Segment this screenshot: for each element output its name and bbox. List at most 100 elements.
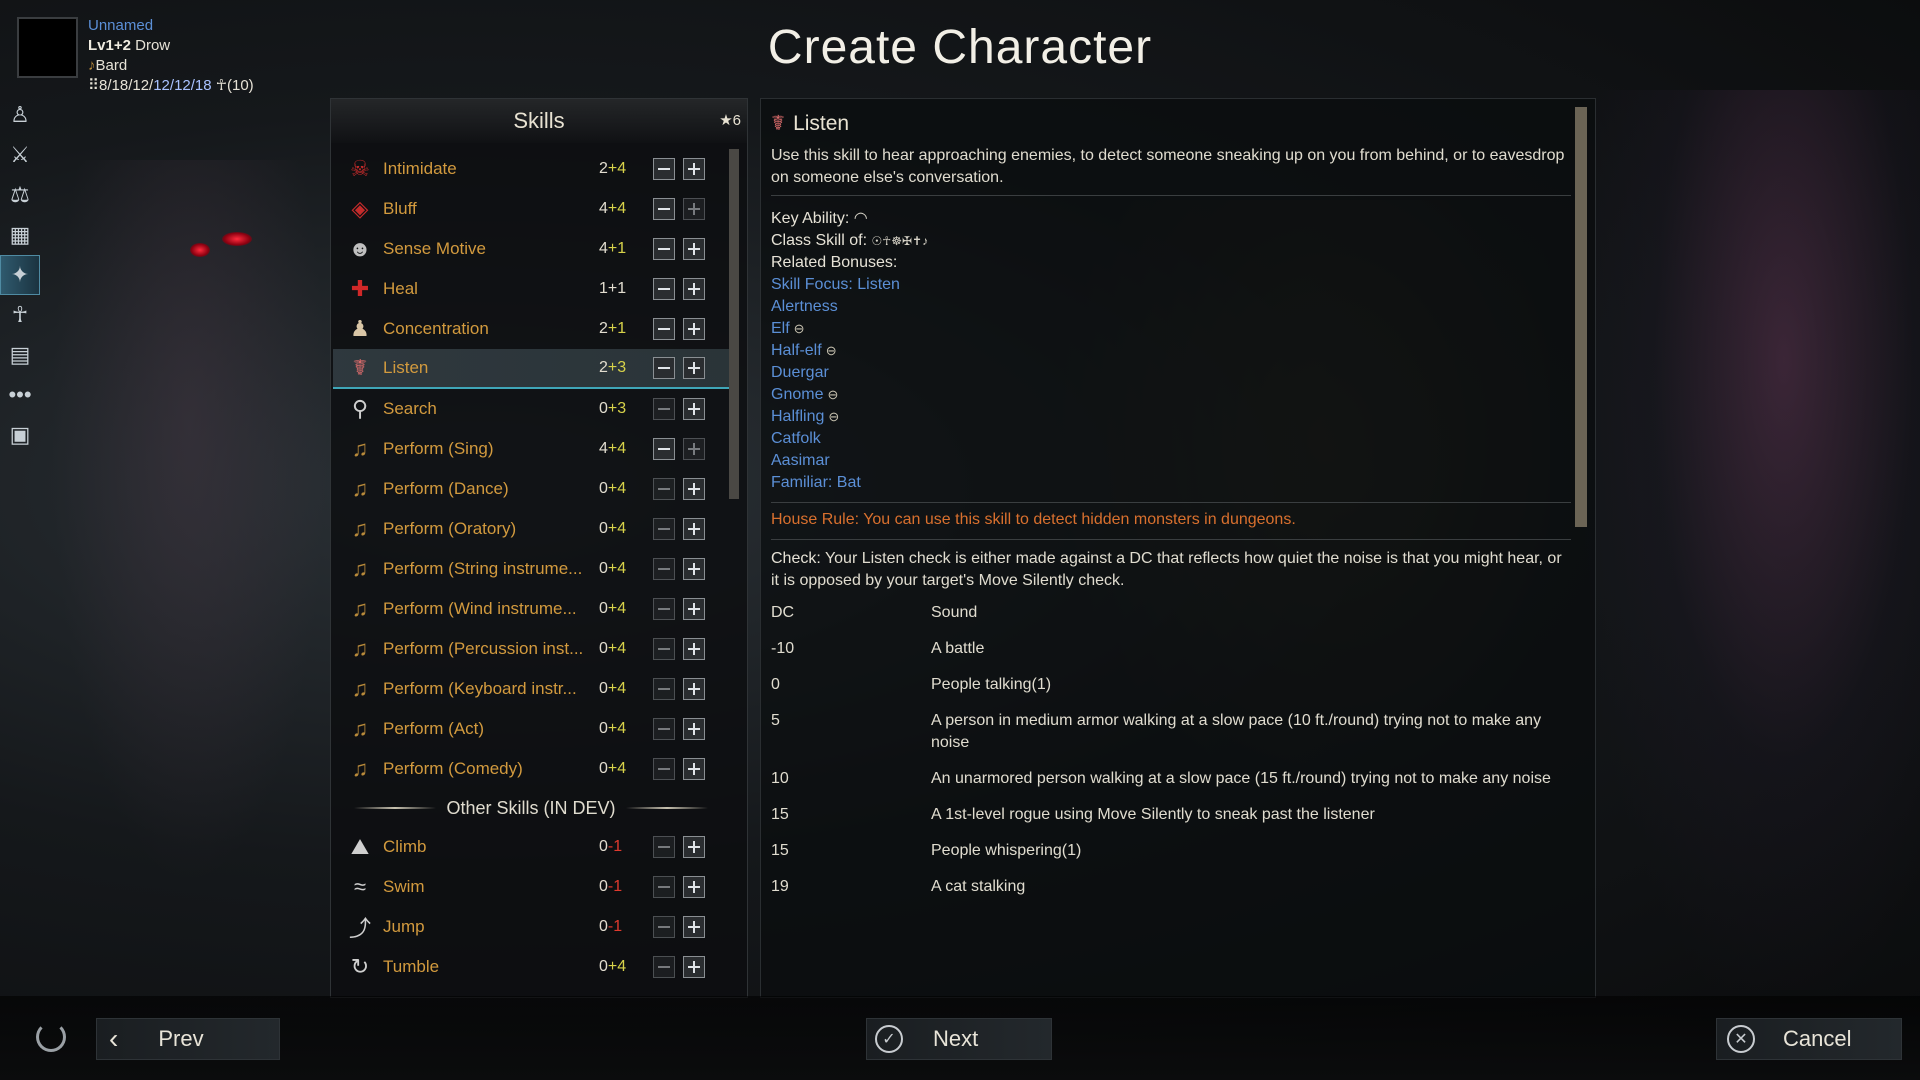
increase-button[interactable] [683, 478, 705, 500]
skill-row[interactable]: ♟ Concentration 2+1 [333, 309, 729, 349]
detail-scrollbar[interactable] [1575, 107, 1587, 527]
related-bonus-link[interactable]: Halfling ⊖ [771, 406, 1571, 428]
increase-button[interactable] [683, 876, 705, 898]
dc-table-row: 10 An unarmored person walking at a slow … [771, 770, 1551, 787]
skill-name: Perform (String instrume... [383, 559, 583, 578]
appearance-step-icon[interactable]: ▣ [0, 415, 40, 455]
increase-button[interactable] [683, 158, 705, 180]
skill-row[interactable]: ↻ Tumble 0+4 [333, 947, 729, 987]
related-bonus-link[interactable]: Gnome ⊖ [771, 384, 1571, 406]
reset-icon[interactable] [36, 1022, 66, 1052]
increase-button[interactable] [683, 638, 705, 660]
dc-table-header: DC Sound [771, 604, 978, 621]
related-bonus-link[interactable]: Duergar [771, 362, 1571, 384]
increase-button[interactable] [683, 518, 705, 540]
decrease-button[interactable] [653, 478, 675, 500]
related-bonus-link[interactable]: Half-elf ⊖ [771, 340, 1571, 362]
skill-row[interactable]: ♫ Perform (Wind instrume... 0+4 [333, 589, 729, 629]
abilities-step-icon[interactable]: ▦ [0, 215, 40, 255]
stats-icon: ⠿ [88, 77, 99, 94]
increase-button[interactable] [683, 598, 705, 620]
skill-value: 0+4 [599, 600, 627, 617]
increase-button[interactable] [683, 758, 705, 780]
decrease-button[interactable] [653, 916, 675, 938]
lyre-icon: ♫ [351, 676, 369, 701]
decrease-button[interactable] [653, 718, 675, 740]
skill-row[interactable]: ☠ Intimidate 2+4 [333, 149, 729, 189]
increase-button[interactable] [683, 916, 705, 938]
skill-row[interactable]: ☤ Listen 2+3 [333, 349, 729, 389]
other-skills-divider: Other Skills (IN DEV) [333, 789, 729, 827]
related-bonus-link[interactable]: Elf ⊖ [771, 318, 1571, 340]
decrease-button[interactable] [653, 398, 675, 420]
next-button[interactable]: ✓ Next [866, 1018, 1052, 1060]
skills-step-icon[interactable]: ✦ [0, 255, 40, 295]
skill-name: Bluff [383, 199, 417, 218]
decrease-button[interactable] [653, 278, 675, 300]
skill-description: Use this skill to hear approaching enemi… [771, 147, 1565, 186]
increase-button[interactable] [683, 678, 705, 700]
alignment-step-icon[interactable]: ⚖ [0, 175, 40, 215]
decrease-button[interactable] [653, 357, 675, 379]
prev-button[interactable]: ‹ Prev [96, 1018, 280, 1060]
decrease-button[interactable] [653, 438, 675, 460]
increase-button[interactable] [683, 238, 705, 260]
increase-button[interactable] [683, 278, 705, 300]
decrease-button[interactable] [653, 678, 675, 700]
increase-button[interactable] [683, 198, 705, 220]
skill-row[interactable]: ♫ Perform (Keyboard instr... 0+4 [333, 669, 729, 709]
related-bonus-link[interactable]: Catfolk [771, 428, 1571, 450]
increase-button[interactable] [683, 318, 705, 340]
decrease-button[interactable] [653, 518, 675, 540]
skill-row[interactable]: ♫ Perform (Sing) 4+4 [333, 429, 729, 469]
related-bonus-link[interactable]: Familiar: Bat [771, 472, 1571, 494]
increase-button[interactable] [683, 398, 705, 420]
increase-button[interactable] [683, 718, 705, 740]
decrease-button[interactable] [653, 558, 675, 580]
decrease-button[interactable] [653, 158, 675, 180]
decrease-button[interactable] [653, 876, 675, 898]
related-bonus-link[interactable]: Aasimar [771, 450, 1571, 472]
feats-step-icon[interactable]: ☥ [0, 295, 40, 335]
lyre-icon: ♫ [351, 516, 369, 541]
skill-row[interactable]: ♫ Perform (Oratory) 0+4 [333, 509, 729, 549]
skill-row[interactable]: ≈ Swim 0-1 [333, 867, 729, 907]
skill-row[interactable]: ♫ Perform (Percussion inst... 0+4 [333, 629, 729, 669]
skill-name: Intimidate [383, 159, 457, 178]
skill-row[interactable]: ⛰ Climb 0-1 [333, 827, 729, 867]
decrease-button[interactable] [653, 238, 675, 260]
heal-icon: ✚ [350, 276, 370, 301]
related-bonus-link[interactable]: Skill Focus: Listen [771, 274, 1571, 296]
skill-value: 4+1 [599, 240, 627, 257]
skill-row[interactable]: ◈ Bluff 4+4 [333, 189, 729, 229]
more-step-icon[interactable]: ••• [0, 375, 40, 415]
cancel-button[interactable]: ✕ Cancel [1716, 1018, 1902, 1060]
race-step-icon[interactable]: ♙ [0, 95, 40, 135]
decrease-button[interactable] [653, 198, 675, 220]
increase-button[interactable] [683, 836, 705, 858]
skill-row[interactable]: ♫ Perform (String instrume... 0+4 [333, 549, 729, 589]
increase-button[interactable] [683, 558, 705, 580]
decrease-button[interactable] [653, 956, 675, 978]
increase-button[interactable] [683, 956, 705, 978]
spells-step-icon[interactable]: ▤ [0, 335, 40, 375]
listen-icon: ☤ [352, 355, 368, 380]
skill-row[interactable]: ♫ Perform (Dance) 0+4 [333, 469, 729, 509]
decrease-button[interactable] [653, 836, 675, 858]
skill-row[interactable]: ♫ Perform (Comedy) 0+4 [333, 749, 729, 789]
skill-row[interactable]: ✚ Heal 1+1 [333, 269, 729, 309]
skill-row[interactable]: ☻ Sense Motive 4+1 [333, 229, 729, 269]
decrease-button[interactable] [653, 638, 675, 660]
skill-row[interactable]: ⤴ Jump 0-1 [333, 907, 729, 947]
related-bonus-link[interactable]: Alertness [771, 296, 1571, 318]
skills-scrollbar[interactable] [729, 149, 739, 499]
skill-row[interactable]: ⚲ Search 0+3 [333, 389, 729, 429]
skill-row[interactable]: ♫ Perform (Act) 0+4 [333, 709, 729, 749]
class-step-icon[interactable]: ⚔ [0, 135, 40, 175]
dc-table: DC Sound -10 A battle 0 People talking(1) 5 A… [771, 602, 1571, 912]
increase-button[interactable] [683, 357, 705, 379]
increase-button[interactable] [683, 438, 705, 460]
decrease-button[interactable] [653, 598, 675, 620]
decrease-button[interactable] [653, 318, 675, 340]
decrease-button[interactable] [653, 758, 675, 780]
